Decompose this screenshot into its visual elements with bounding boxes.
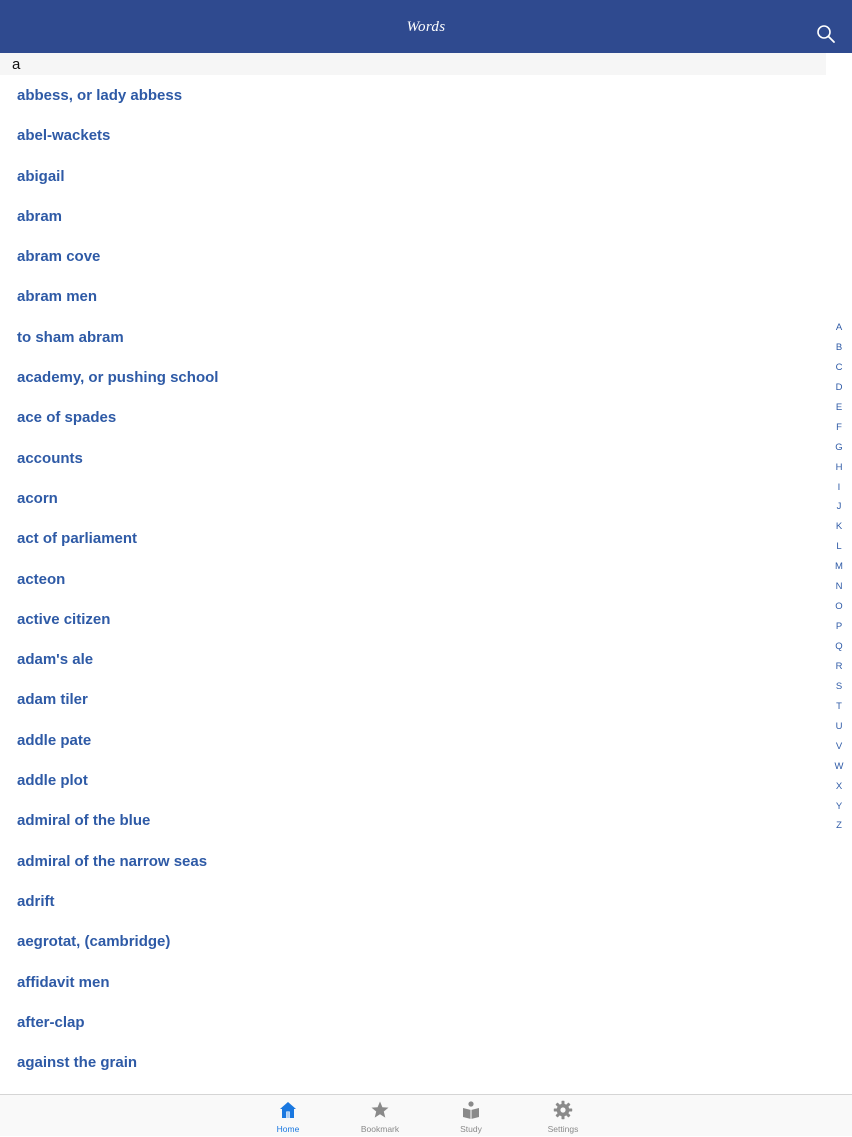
word-list-item[interactable]: abigail [0, 157, 826, 197]
alphabet-index: A B C D E F G H I J K L M N O P Q R S T … [829, 318, 849, 836]
word-list-item[interactable]: affidavit men [0, 963, 826, 1003]
word-list-item[interactable]: adam's ale [0, 640, 826, 680]
word-list-item[interactable]: act of parliament [0, 519, 826, 559]
home-icon [280, 1102, 296, 1118]
tab-settings[interactable]: Settings [523, 1095, 603, 1137]
word-list-item[interactable]: academy, or pushing school [0, 358, 826, 398]
index-letter[interactable]: I [829, 478, 849, 498]
index-letter[interactable]: D [829, 378, 849, 398]
index-letter[interactable]: S [829, 677, 849, 697]
section-header-label: a [12, 56, 21, 73]
index-letter[interactable]: K [829, 517, 849, 537]
index-letter[interactable]: U [829, 717, 849, 737]
index-letter[interactable]: T [829, 697, 849, 717]
tab-home[interactable]: Home [248, 1095, 328, 1137]
index-letter[interactable]: E [829, 398, 849, 418]
index-letter[interactable]: A [829, 318, 849, 338]
index-letter[interactable]: Q [829, 637, 849, 657]
study-icon [463, 1101, 479, 1119]
tab-bar: Home Bookmark Study Settings [0, 1094, 852, 1136]
word-list-item[interactable]: adrift [0, 882, 826, 922]
index-letter[interactable]: F [829, 418, 849, 438]
word-list-item[interactable]: to sham abram [0, 318, 826, 358]
word-list-item[interactable]: acorn [0, 479, 826, 519]
word-list-item[interactable]: addle pate [0, 721, 826, 761]
index-letter[interactable]: M [829, 557, 849, 577]
star-icon [371, 1101, 389, 1118]
index-letter[interactable]: W [829, 757, 849, 777]
word-list-item[interactable]: ace of spades [0, 398, 826, 438]
index-letter[interactable]: X [829, 777, 849, 797]
index-letter[interactable]: Z [829, 816, 849, 836]
tab-settings-label: Settings [547, 1124, 579, 1134]
gear-icon [553, 1100, 573, 1120]
navigation-bar: Words [0, 0, 852, 53]
word-list-item[interactable]: accounts [0, 439, 826, 479]
word-list-item[interactable]: abbess, or lady abbess [0, 76, 826, 116]
index-letter[interactable]: P [829, 617, 849, 637]
word-list-item[interactable]: abram [0, 197, 826, 237]
page-title: Words [406, 19, 446, 35]
tab-bookmark-label: Bookmark [360, 1124, 400, 1134]
index-letter[interactable]: G [829, 438, 849, 458]
word-list-item[interactable]: against the grain [0, 1043, 826, 1083]
index-letter[interactable]: C [829, 358, 849, 378]
tab-study-label: Study [460, 1124, 482, 1134]
index-letter[interactable]: R [829, 657, 849, 677]
index-letter[interactable]: B [829, 338, 849, 358]
index-letter[interactable]: H [829, 458, 849, 478]
word-list-item[interactable]: active citizen [0, 600, 826, 640]
word-list-item[interactable]: admiral of the blue [0, 801, 826, 841]
word-list-item[interactable]: after-clap [0, 1003, 826, 1043]
index-letter[interactable]: O [829, 597, 849, 617]
search-icon [817, 25, 835, 43]
word-list-item[interactable]: abram cove [0, 237, 826, 277]
index-letter[interactable]: N [829, 577, 849, 597]
index-letter[interactable]: V [829, 737, 849, 757]
section-header: a [0, 53, 826, 75]
word-list: abbess, or lady abbess abel-wackets abig… [0, 76, 826, 1083]
search-button[interactable] [816, 24, 836, 44]
index-letter[interactable]: L [829, 537, 849, 557]
tab-home-label: Home [276, 1124, 300, 1134]
index-letter[interactable]: J [829, 497, 849, 517]
word-list-item[interactable]: abram men [0, 277, 826, 317]
word-list-item[interactable]: addle plot [0, 761, 826, 801]
tab-bookmark[interactable]: Bookmark [340, 1095, 420, 1137]
word-list-item[interactable]: acteon [0, 560, 826, 600]
word-list-item[interactable]: aegrotat, (cambridge) [0, 922, 826, 962]
word-list-item[interactable]: admiral of the narrow seas [0, 842, 826, 882]
index-letter[interactable]: Y [829, 797, 849, 817]
tab-study[interactable]: Study [431, 1095, 511, 1137]
word-list-item[interactable]: adam tiler [0, 680, 826, 720]
word-list-item[interactable]: abel-wackets [0, 116, 826, 156]
